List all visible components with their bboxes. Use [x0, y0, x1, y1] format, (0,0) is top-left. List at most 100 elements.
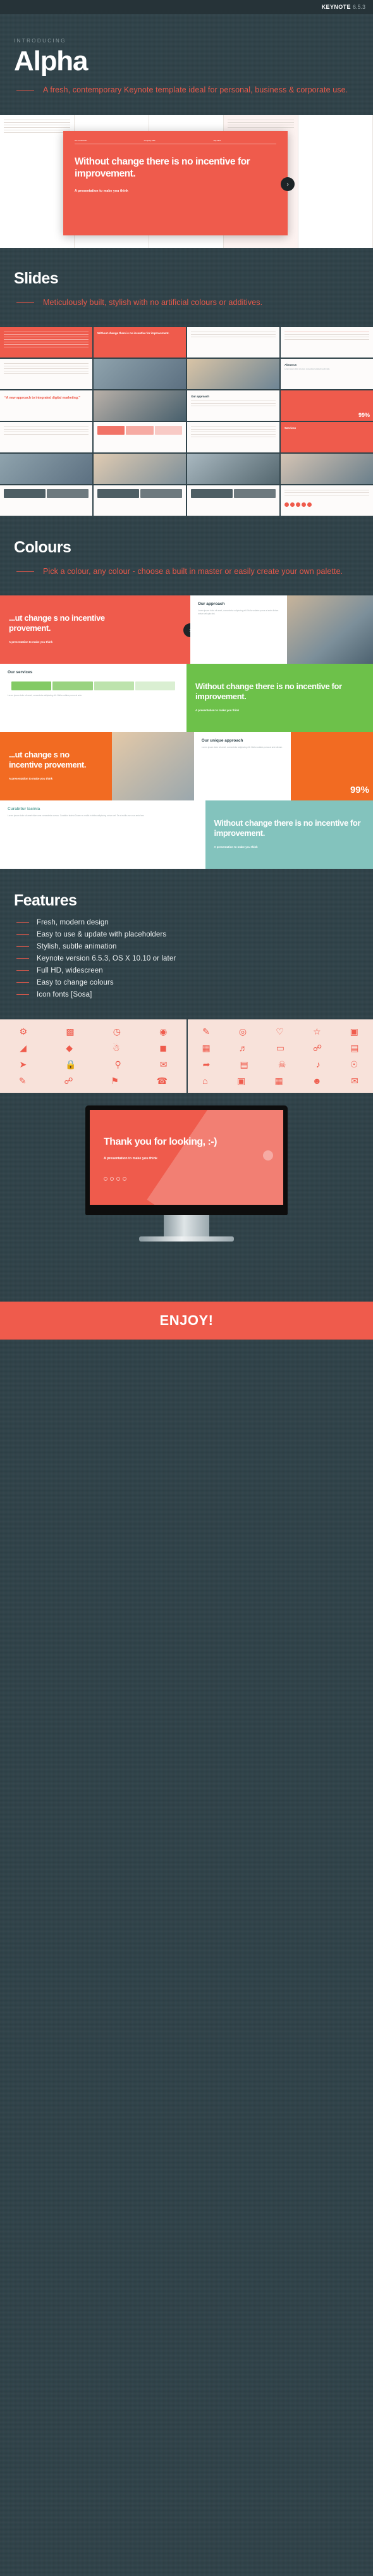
shield-icon[interactable]: ◼ [159, 1043, 167, 1052]
broadcast-icon[interactable]: ◎ [239, 1027, 247, 1036]
hero-quote-text: Without change there is no incentive for… [75, 156, 250, 179]
table-row[interactable] [0, 327, 92, 358]
key-icon[interactable]: ⚲ [115, 1060, 121, 1069]
cart-icon[interactable]: ▣ [237, 1076, 245, 1085]
table-row[interactable] [94, 390, 186, 421]
table-row[interactable] [0, 358, 92, 389]
table-row[interactable] [94, 453, 186, 484]
colours-tagline: Pick a colour, any colour - choose a bui… [14, 566, 359, 578]
features-title: Features [14, 892, 77, 910]
table-row[interactable] [94, 421, 186, 452]
heart-icon[interactable]: ♡ [276, 1027, 284, 1036]
thumb-title: Services [284, 426, 297, 430]
flag-icon[interactable]: ⚑ [111, 1076, 119, 1085]
band-quote-panel[interactable]: Without change there is no incentive for… [205, 800, 373, 869]
band-quote-panel[interactable]: ...ut change s no incentive provement. A… [0, 732, 112, 801]
table-row[interactable] [281, 453, 373, 484]
table-row[interactable] [94, 485, 186, 516]
slides-section-header: Slides Meticulously built, stylish with … [0, 248, 373, 327]
facebook-icon[interactable] [110, 1176, 114, 1181]
tag-icon[interactable]: ◆ [66, 1043, 73, 1052]
arrow-icon[interactable]: ➤ [19, 1060, 27, 1069]
band-text-panel[interactable]: Our services Lorem ipsum dolor sit amet,… [0, 664, 186, 733]
camera-icon[interactable]: ▣ [350, 1027, 358, 1036]
clock-icon[interactable]: ◷ [113, 1027, 121, 1036]
chart-line-icon[interactable]: ◢ [20, 1043, 27, 1052]
truck-icon[interactable]: ▤ [240, 1060, 248, 1069]
table-row[interactable] [187, 485, 279, 516]
home-icon[interactable]: ⌂ [202, 1076, 207, 1085]
phone-icon[interactable]: ☎ [157, 1076, 168, 1085]
envelope-icon[interactable]: ✉ [160, 1060, 168, 1069]
next-slide-button[interactable] [263, 1150, 273, 1161]
band-quote-panel[interactable]: Without change there is no incentive for… [186, 664, 373, 733]
mobile-icon[interactable]: ▭ [276, 1043, 284, 1052]
table-row[interactable] [187, 453, 279, 484]
table-row[interactable] [187, 358, 279, 389]
colours-section-header: Colours Pick a colour, any colour - choo… [0, 516, 373, 595]
pencil-icon[interactable]: ✎ [202, 1027, 210, 1036]
trophy-icon[interactable]: ☠ [278, 1060, 286, 1069]
bag-icon[interactable]: ▤ [350, 1043, 358, 1052]
table-row[interactable] [187, 327, 279, 358]
thumb-title: Without change there is no incentive for… [97, 331, 169, 335]
colours-tagline-text: Pick a colour, any colour - choose a bui… [43, 566, 343, 576]
behance-icon[interactable] [123, 1176, 126, 1181]
band-text-panel[interactable]: Curabitur lacinia Lorem ipsum dolor sit … [0, 800, 205, 869]
music-icon[interactable]: ♪ [316, 1060, 321, 1069]
lock-icon[interactable]: 🔒 [65, 1060, 76, 1069]
band-text-panel[interactable]: Our unique approach Lorem ipsum dolor si… [193, 732, 291, 801]
table-row[interactable]: About us Lorem ipsum dolor sit amet, cons… [281, 358, 373, 389]
megaphone-icon[interactable]: ♬ [239, 1043, 248, 1052]
share-icon[interactable]: ➦ [203, 1060, 211, 1069]
feature-label: Icon fonts [Sosa] [37, 991, 92, 999]
star-icon[interactable]: ☆ [313, 1027, 321, 1036]
gear-icon[interactable]: ⚙ [20, 1027, 28, 1036]
bell-icon[interactable]: ☉ [350, 1060, 358, 1069]
colour-band-red: ...ut change s no incentive provement. A… [0, 595, 373, 664]
band-quote-panel[interactable]: ...ut change s no incentive provement. A… [0, 595, 123, 664]
bar-chart-icon[interactable]: ▩ [66, 1027, 74, 1036]
icon-font-showcase: ⚙ ▩ ◷ ◉ ◢ ◆ ☃ ◼ ➤ 🔒 ⚲ ✉ ✎ ☍ ⚑ ☎ ✎ ◎ ♡ ☆ ▣ ▦ ♬ ▭ ☍ ▤ ➦ ▤ ☠ ♪ ☉ ⌂ ▣… [0, 1019, 373, 1093]
table-row[interactable] [0, 453, 92, 484]
table-row[interactable] [0, 421, 92, 452]
table-row[interactable] [187, 421, 279, 452]
twitter-icon[interactable] [104, 1176, 107, 1181]
band-quote-sub: A presentation to make you think [195, 709, 240, 712]
table-row[interactable]: Without change there is no incentive for… [94, 327, 186, 358]
imac-stand-neck [164, 1215, 209, 1237]
bulb-icon[interactable]: ☃ [112, 1043, 120, 1052]
pencil-icon[interactable]: ✎ [19, 1076, 27, 1085]
hero-meta-0: Our Credentials [75, 140, 87, 142]
hero-quote-card: Our Credentials Company ABC July 2015 Wi… [63, 131, 295, 236]
mail-icon[interactable]: ✉ [351, 1076, 358, 1085]
globe-icon[interactable]: ◉ [159, 1027, 167, 1036]
paperclip-icon[interactable]: ☍ [313, 1043, 322, 1052]
table-row[interactable]: Services [281, 421, 373, 452]
feature-label: Full HD, widescreen [37, 967, 103, 975]
icon-row: ✎ ◎ ♡ ☆ ▣ [188, 1023, 373, 1040]
band-photo [112, 732, 194, 801]
user-icon[interactable]: ☻ [312, 1076, 322, 1085]
list-item: Easy to change colours [14, 979, 359, 986]
table-row[interactable]: 99% [281, 390, 373, 421]
table-row[interactable]: Our approach [187, 390, 279, 421]
table-row[interactable] [0, 485, 92, 516]
book-icon[interactable]: ▦ [202, 1043, 211, 1052]
list-item: Icon fonts [Sosa] [14, 991, 359, 999]
colour-band-orange: ...ut change s no incentive provement. A… [0, 732, 373, 801]
table-row[interactable] [281, 327, 373, 358]
link-icon[interactable]: ☍ [64, 1076, 73, 1085]
band-quote-sub: A presentation to make you think [9, 640, 53, 644]
next-slide-button[interactable]: › [183, 623, 190, 638]
map-icon[interactable]: ▦ [274, 1076, 283, 1085]
table-row[interactable] [281, 485, 373, 516]
table-row[interactable] [94, 358, 186, 389]
dribbble-icon[interactable] [116, 1176, 120, 1181]
table-row[interactable]: “A new approach to integrated digital ma… [0, 390, 92, 421]
band-text-panel[interactable]: Our approach Lorem ipsum dolor sit amet,… [190, 595, 288, 664]
band-accent-block: › [123, 595, 190, 664]
imac-mockup: Thank you for looking, :-) A presentatio… [85, 1105, 288, 1242]
icon-row: ⚙ ▩ ◷ ◉ [0, 1023, 186, 1040]
icon-row: ⌂ ▣ ▦ ☻ ✉ [188, 1073, 373, 1089]
